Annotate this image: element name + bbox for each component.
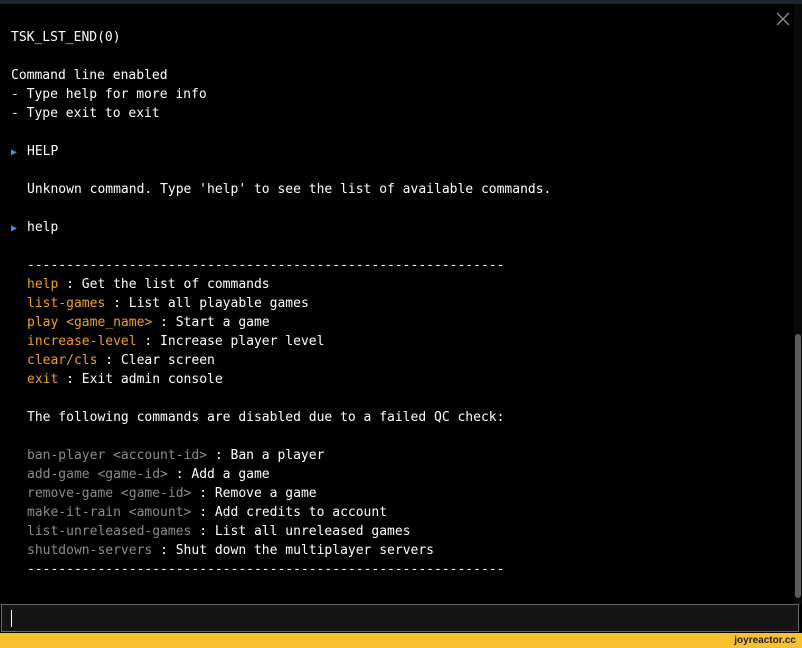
console-output: TSK_LST_END(0) Command line enabled - Ty… [11,28,781,598]
disabled-command-row: shutdown-servers : Shut down the multipl… [11,541,781,560]
command-row: exit : Exit admin console [11,370,781,389]
command-desc: : Remove a game [191,486,317,501]
command-name: exit [27,372,59,387]
command-desc: : Clear screen [97,353,215,368]
command-name: add-game <game-id> [27,467,168,482]
command-desc: : Add credits to account [191,505,388,520]
close-button[interactable] [774,10,792,28]
command-desc: : Add a game [167,467,270,482]
entered-command: HELP [27,144,59,159]
command-row: play <game_name> : Start a game [11,313,781,332]
command-row: increase-level : Increase player level [11,332,781,351]
entered-command: help [27,220,59,235]
prompt-line: ▶ HELP [11,142,781,161]
command-desc: : Start a game [152,315,270,330]
intro-line: - Type exit to exit [11,106,160,121]
command-name: play <game_name> [27,315,153,330]
command-name: make-it-rain <amount> [27,505,192,520]
disabled-command-row: list-unreleased-games : List all unrelea… [11,522,781,541]
command-name: list-games [27,296,106,311]
intro-line: - Type help for more info [11,87,207,102]
disabled-command-row: add-game <game-id> : Add a game [11,465,781,484]
separator-line: ----------------------------------------… [27,258,505,273]
disabled-command-row: ban-player <account-id> : Ban a player [11,446,781,465]
intro-line: Command line enabled [11,68,168,83]
response-line: Unknown command. Type 'help' to see the … [27,182,552,197]
command-name: shutdown-servers [27,543,153,558]
prompt-line: ▶ help [11,218,781,237]
command-name: clear/cls [27,353,98,368]
disabled-command-row: make-it-rain <amount> : Add credits to a… [11,503,781,522]
watermark-text: joyreactor.cc [734,635,796,646]
triangle-right-icon: ▶ [11,147,18,158]
command-desc: : Increase player level [136,334,325,349]
command-desc: : List all unreleased games [191,524,411,539]
separator-line: ----------------------------------------… [27,562,505,577]
command-name: ban-player <account-id> [27,448,208,463]
command-input[interactable] [2,605,798,631]
command-input-bar[interactable] [1,604,799,632]
disabled-notice: The following commands are disabled due … [27,410,505,425]
command-desc: : List all playable games [105,296,309,311]
command-row: list-games : List all playable games [11,294,781,313]
watermark-bar: joyreactor.cc [0,633,802,648]
command-desc: : Exit admin console [58,372,223,387]
command-name: list-unreleased-games [27,524,192,539]
command-desc: : Ban a player [207,448,325,463]
command-name: help [27,277,59,292]
triangle-right-icon: ▶ [11,223,18,234]
command-desc: : Get the list of commands [58,277,270,292]
text-caret [11,610,12,627]
scrollbar-thumb[interactable] [795,334,801,598]
close-icon [776,12,790,26]
command-name: remove-game <game-id> [27,486,192,501]
command-name: increase-level [27,334,137,349]
command-desc: : Shut down the multiplayer servers [152,543,434,558]
disabled-command-row: remove-game <game-id> : Remove a game [11,484,781,503]
task-end-line: TSK_LST_END(0) [11,30,121,45]
window-top-bar [0,0,802,4]
command-row: clear/cls : Clear screen [11,351,781,370]
command-row: help : Get the list of commands [11,275,781,294]
